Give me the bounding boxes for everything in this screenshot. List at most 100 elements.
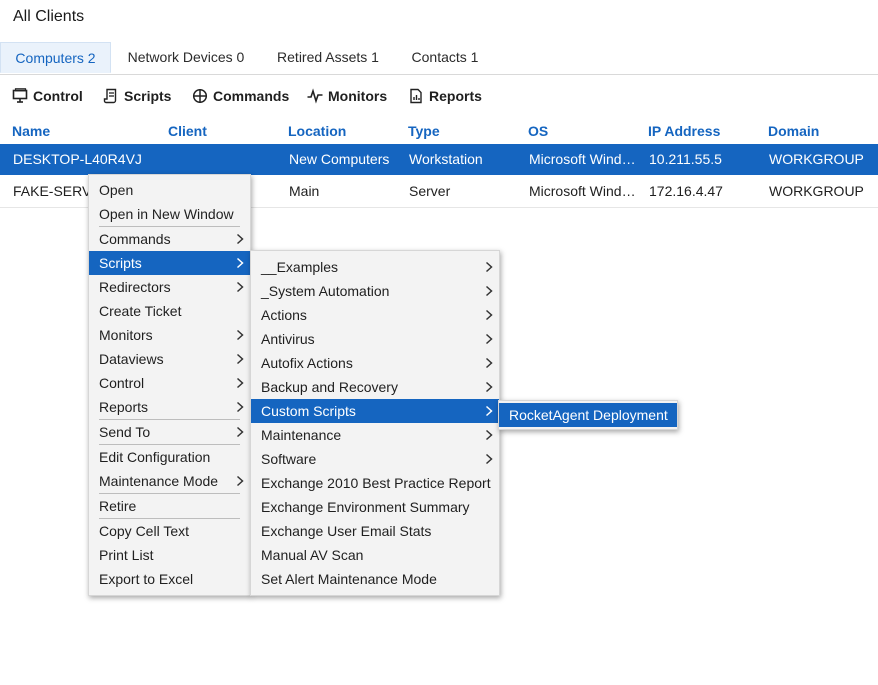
tab-contacts[interactable]: Contacts 1 — [400, 42, 490, 73]
menu-item-redirectors[interactable]: Redirectors — [89, 275, 250, 299]
menu-item-label: Set Alert Maintenance Mode — [261, 571, 437, 587]
context-menu: Open Open in New Window Commands Scripts Red… — [88, 174, 251, 596]
menu-item-software[interactable]: Software — [251, 447, 499, 471]
menu-item-create-ticket[interactable]: Create Ticket — [89, 299, 250, 323]
cell-location: New Computers — [289, 151, 390, 167]
chevron-right-icon — [234, 323, 246, 347]
column-header-ip-address[interactable]: IP Address — [648, 123, 720, 139]
menu-item-exchange-user-email-stats[interactable]: Exchange User Email Stats — [251, 519, 499, 543]
column-header-os[interactable]: OS — [528, 123, 548, 139]
chevron-right-icon — [483, 447, 495, 471]
menu-item-label: Maintenance Mode — [99, 473, 219, 489]
tab-computers[interactable]: Computers 2 — [0, 42, 111, 73]
menu-item-export-to-excel[interactable]: Export to Excel — [89, 567, 250, 591]
menu-item-label: Antivirus — [261, 331, 315, 347]
menu-separator — [99, 419, 240, 420]
menu-separator — [99, 493, 240, 494]
menu-item-exchange-2010-best-practice-report[interactable]: Exchange 2010 Best Practice Report — [251, 471, 499, 495]
menu-item-maintenance[interactable]: Maintenance — [251, 423, 499, 447]
column-header-name[interactable]: Name — [12, 123, 50, 139]
menu-item-label: Custom Scripts — [261, 403, 356, 419]
menu-item-maintenance-mode[interactable]: Maintenance Mode — [89, 469, 250, 493]
menu-item-custom-scripts[interactable]: Custom Scripts — [251, 399, 499, 423]
menu-item-print-list[interactable]: Print List — [89, 543, 250, 567]
menu-item-rocketagent-deployment[interactable]: RocketAgent Deployment — [499, 403, 677, 427]
menu-item-label: Exchange Environment Summary — [261, 499, 470, 515]
menu-item-system-automation[interactable]: _System Automation — [251, 279, 499, 303]
chevron-right-icon — [234, 275, 246, 299]
menu-item-exchange-environment-summary[interactable]: Exchange Environment Summary — [251, 495, 499, 519]
cell-name: DESKTOP-L40R4VJ — [13, 151, 142, 167]
cell-domain: WORKGROUP — [769, 183, 864, 199]
cell-ip-address: 10.211.55.5 — [649, 151, 722, 167]
menu-item-label: Software — [261, 451, 317, 467]
report-icon — [410, 88, 422, 104]
menu-item-label: Dataviews — [99, 351, 164, 367]
chevron-right-icon — [234, 227, 246, 251]
menu-item-reports[interactable]: Reports — [89, 395, 250, 419]
chevron-right-icon — [483, 327, 495, 351]
chevron-right-icon — [483, 351, 495, 375]
script-icon — [103, 88, 117, 104]
menu-item-label: Copy Cell Text — [99, 523, 190, 539]
menu-item-label: Edit Configuration — [99, 449, 211, 465]
column-header-location[interactable]: Location — [288, 123, 346, 139]
menu-item-set-alert-maintenance-mode[interactable]: Set Alert Maintenance Mode — [251, 567, 499, 591]
table-row[interactable]: DESKTOP-L40R4VJ New Computers Workstatio… — [0, 144, 878, 175]
custom-scripts-submenu: RocketAgent Deployment — [498, 400, 678, 430]
scripts-button[interactable]: Scripts — [103, 84, 171, 108]
menu-item-label: Scripts — [99, 255, 142, 271]
menu-item-edit-configuration[interactable]: Edit Configuration — [89, 445, 250, 469]
menu-item-examples[interactable]: __Examples — [251, 255, 499, 279]
menu-item-manual-av-scan[interactable]: Manual AV Scan — [251, 543, 499, 567]
menu-item-label: __Examples — [261, 259, 339, 275]
commands-button[interactable]: Commands — [192, 84, 289, 108]
menu-item-label: Exchange User Email Stats — [261, 523, 432, 539]
chevron-right-icon — [483, 279, 495, 303]
reports-label: Reports — [429, 88, 482, 104]
menu-item-label: Exchange 2010 Best Practice Report — [261, 475, 491, 491]
reports-button[interactable]: Reports — [408, 84, 482, 108]
cell-domain: WORKGROUP — [769, 151, 864, 167]
menu-item-backup-and-recovery[interactable]: Backup and Recovery — [251, 375, 499, 399]
toolbar: Control Scripts Commands Monitors Report… — [0, 84, 878, 108]
scripts-label: Scripts — [124, 88, 172, 104]
menu-item-open-in-new-window[interactable]: Open in New Window — [89, 202, 250, 226]
menu-item-autofix-actions[interactable]: Autofix Actions — [251, 351, 499, 375]
menu-item-label: Backup and Recovery — [261, 379, 398, 395]
tab-network-devices[interactable]: Network Devices 0 — [116, 42, 256, 73]
menu-item-label: Monitors — [99, 327, 153, 343]
monitors-button[interactable]: Monitors — [307, 84, 387, 108]
column-header-domain[interactable]: Domain — [768, 123, 819, 139]
menu-item-dataviews[interactable]: Dataviews — [89, 347, 250, 371]
menu-item-label: _System Automation — [261, 283, 390, 299]
cell-type: Server — [409, 183, 451, 199]
chevron-right-icon — [234, 395, 246, 419]
cell-ip-address: 172.16.4.47 — [649, 183, 723, 199]
menu-item-actions[interactable]: Actions — [251, 303, 499, 327]
menu-item-commands[interactable]: Commands — [89, 227, 250, 251]
menu-item-retire[interactable]: Retire — [89, 494, 250, 518]
menu-item-send-to[interactable]: Send To — [89, 420, 250, 444]
chevron-right-icon — [483, 255, 495, 279]
cell-location: Main — [289, 183, 320, 199]
tab-retired-assets[interactable]: Retired Assets 1 — [266, 42, 390, 73]
tab-bar: Computers 2 Network Devices 0 Retired As… — [0, 42, 878, 75]
column-header-client[interactable]: Client — [168, 123, 207, 139]
control-button[interactable]: Control — [12, 84, 83, 108]
menu-item-antivirus[interactable]: Antivirus — [251, 327, 499, 351]
menu-item-scripts[interactable]: Scripts — [89, 251, 250, 275]
menu-item-open[interactable]: Open — [89, 178, 250, 202]
menu-item-label: Autofix Actions — [261, 355, 353, 371]
chevron-right-icon — [483, 399, 495, 423]
menu-item-label: Commands — [99, 231, 171, 247]
chevron-right-icon — [234, 251, 246, 275]
column-header-type[interactable]: Type — [408, 123, 440, 139]
menu-separator — [99, 444, 240, 445]
menu-item-monitors[interactable]: Monitors — [89, 323, 250, 347]
chevron-right-icon — [234, 469, 246, 493]
menu-item-label: Retire — [99, 498, 137, 514]
menu-item-copy-cell-text[interactable]: Copy Cell Text — [89, 519, 250, 543]
menu-item-control[interactable]: Control — [89, 371, 250, 395]
cell-os: Microsoft Wind… — [529, 151, 636, 167]
